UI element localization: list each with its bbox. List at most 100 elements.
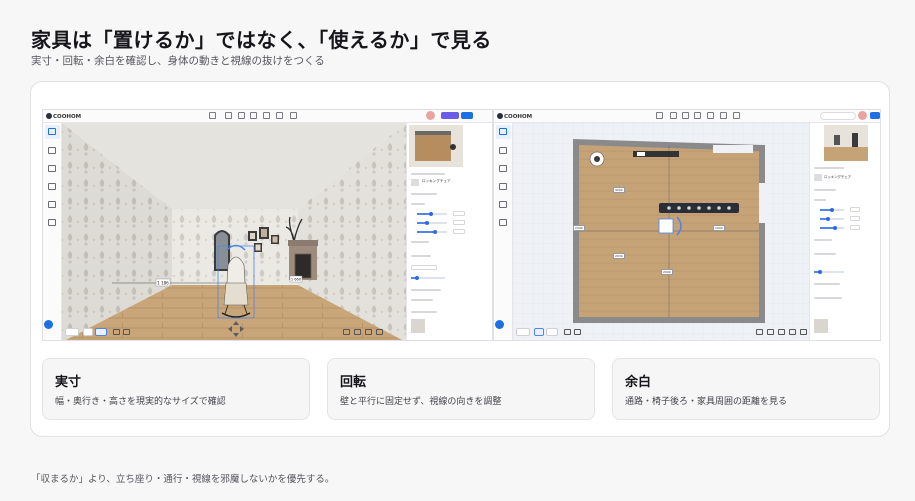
app-topbar: COOHOM [43, 110, 492, 123]
feature-title: 余白 [625, 375, 652, 390]
help-badge-right[interactable] [495, 320, 504, 329]
view-2d-button[interactable] [83, 328, 93, 336]
tools-icon[interactable] [276, 112, 283, 119]
app-logo-right: COOHOM [497, 113, 532, 120]
floorplan-canvas[interactable]: 4000 2030 2440 1990 2000 [513, 123, 809, 340]
depth-slider-right[interactable] [820, 216, 844, 221]
settings-icon[interactable] [376, 329, 383, 335]
render-tool-icon-right[interactable] [499, 219, 507, 226]
height-slider-right[interactable] [820, 225, 844, 230]
properties-panel: ロッキングチェア [406, 123, 492, 340]
left-tool-rail-right [494, 123, 513, 340]
measure-icon-right[interactable] [707, 112, 714, 119]
redo-icon[interactable] [250, 112, 257, 119]
undo-icon[interactable] [238, 112, 245, 119]
eye-icon-right[interactable] [564, 329, 571, 335]
floorplan-drawing [513, 123, 809, 340]
dimension-right: 1990 [713, 225, 725, 231]
bottom-view-controls [65, 328, 205, 338]
light-tool-icon[interactable] [48, 183, 56, 190]
save-icon-right[interactable] [670, 112, 677, 119]
furniture-tool-icon[interactable] [48, 147, 56, 154]
help-badge[interactable] [44, 320, 53, 329]
share-button[interactable] [461, 112, 473, 119]
layers-icon-right[interactable] [574, 329, 581, 335]
material-tool-icon[interactable] [48, 165, 56, 172]
view-icon[interactable] [290, 112, 297, 119]
height-slider[interactable] [417, 229, 447, 234]
zoom-out-icon[interactable] [789, 329, 796, 335]
floor-select-right[interactable] [516, 328, 530, 336]
width-slider[interactable] [417, 211, 447, 216]
render-tool-icon[interactable] [48, 219, 56, 226]
feature-desc: 幅・奥行き・高さを現実的なサイズで確認 [55, 397, 226, 407]
file-menu-icon-right[interactable] [656, 112, 663, 119]
rotate-slider-right[interactable] [814, 269, 844, 274]
dimension-label: 1 186 [157, 280, 169, 285]
layers-icon[interactable] [123, 329, 130, 335]
feature-desc: 壁と平行に固定せず、視線の向きを調整 [340, 397, 502, 407]
left-tool-rail [43, 123, 62, 340]
page-subtitle: 実寸・回転・余白を確認し、身体の動きと視線の抜けをつくる [31, 55, 325, 67]
material-swatch[interactable] [411, 319, 425, 333]
panel-item-name-right: ロッキングチェア [824, 175, 852, 179]
furniture-tool-icon-right[interactable] [499, 147, 507, 154]
screenshot-floorplan-view: COOHOM 4000 2030 2440 1990 2000 ロッキングチェア [493, 109, 881, 341]
zoom-in-icon[interactable] [800, 329, 807, 335]
file-menu-icon[interactable] [209, 112, 216, 119]
depth-slider[interactable] [417, 220, 447, 225]
save-icon[interactable] [225, 112, 232, 119]
feature-card-rotation: 回転 壁と平行に固定せず、視線の向きを調整 [327, 358, 595, 420]
rotate-slider[interactable] [411, 275, 445, 280]
room-render: 1 186 1 660 [62, 123, 406, 340]
feature-card-real-size: 実寸 幅・奥行き・高さを現実的なサイズで確認 [42, 358, 310, 420]
wall-dimension-label: 1 660 [291, 278, 302, 282]
width-slider-right[interactable] [820, 207, 844, 212]
screenshot-card: COOHOM 1 186 1 660 ロッキングチェア COOHOM 4000 … [30, 81, 890, 437]
properties-panel-right: ロッキングチェア [809, 123, 880, 340]
decor-tool-icon-right[interactable] [499, 201, 507, 208]
screenshot-3d-view: COOHOM 1 186 1 660 ロッキングチェア [42, 109, 493, 341]
floorplan-tool-icon[interactable] [48, 128, 56, 135]
dimension-bottom: 2030 [613, 253, 625, 259]
item-thumb-right [814, 174, 822, 181]
tools-icon-right[interactable] [720, 112, 727, 119]
user-avatar[interactable] [426, 111, 435, 120]
fit-icon[interactable] [778, 329, 785, 335]
undo-icon-right[interactable] [682, 112, 689, 119]
fullscreen-icon[interactable] [365, 329, 372, 335]
view-2d-button-right[interactable] [534, 328, 544, 336]
floorplan-tool-icon-right[interactable] [499, 128, 507, 135]
grid-icon[interactable] [354, 329, 361, 335]
grid-icon-right[interactable] [767, 329, 774, 335]
app-topbar-right: COOHOM [494, 110, 880, 123]
material-tool-icon-right[interactable] [499, 165, 507, 172]
bottom-view-controls-right [516, 328, 656, 338]
thumbnail-preview[interactable] [409, 125, 463, 167]
view-3d-button-right[interactable] [546, 328, 558, 336]
camera-icon[interactable] [343, 329, 350, 335]
dimension-left: 2440 [573, 225, 585, 231]
panel-item-name: ロッキングチェア [422, 179, 451, 183]
user-avatar-right[interactable] [858, 111, 867, 120]
dimension-center: 2000 [661, 269, 673, 275]
3d-room-viewport[interactable]: 1 186 1 660 [62, 123, 406, 340]
material-swatch-right[interactable] [814, 319, 828, 333]
light-tool-icon-right[interactable] [499, 183, 507, 190]
floor-select[interactable] [65, 328, 79, 336]
feature-title: 回転 [340, 375, 367, 390]
measure-icon[interactable] [263, 112, 270, 119]
view-3d-button[interactable] [95, 328, 107, 336]
search-input[interactable] [820, 112, 856, 120]
eye-icon[interactable] [113, 329, 120, 335]
lock-icon[interactable] [756, 329, 763, 335]
view-icon-right[interactable] [733, 112, 740, 119]
item-thumb [411, 179, 419, 186]
app-logo: COOHOM [46, 113, 81, 120]
decor-tool-icon[interactable] [48, 201, 56, 208]
bottom-right-controls-right [756, 328, 816, 338]
redo-icon-right[interactable] [694, 112, 701, 119]
share-button-right[interactable] [870, 112, 880, 119]
thumbnail-preview-right[interactable] [824, 125, 868, 161]
dimension-top: 4000 [613, 187, 625, 193]
